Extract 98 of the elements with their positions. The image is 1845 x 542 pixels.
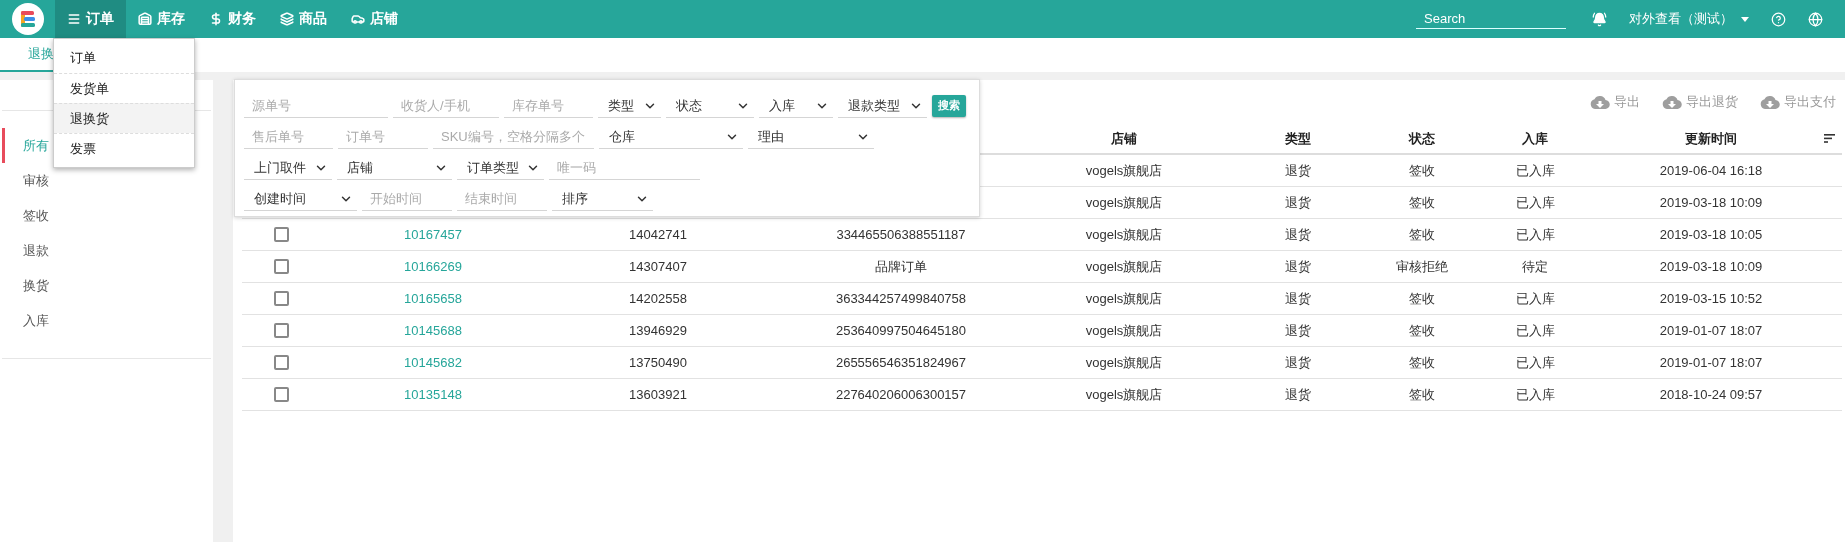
filter-select[interactable]: 退款类型 [838, 94, 927, 118]
filter-select[interactable]: 上门取件 [244, 156, 332, 180]
table-cell: 品牌订单 [875, 257, 927, 276]
table-cell: 13603921 [629, 387, 687, 402]
column-header: 店铺 [1110, 129, 1138, 148]
table-cell: 签收 [1409, 225, 1435, 244]
table-cell: vogels旗舰店 [1085, 257, 1163, 276]
warehouse-icon [138, 12, 152, 26]
table-cell: vogels旗舰店 [1085, 289, 1163, 308]
filter-select[interactable]: 理由 [748, 125, 874, 149]
table-cell: 退货 [1285, 385, 1311, 404]
table-cell: 2018-10-24 09:57 [1659, 387, 1763, 402]
layers-icon [280, 12, 294, 26]
table-cell: 退货 [1285, 225, 1311, 244]
menu-item[interactable]: 退换货 [54, 103, 194, 133]
table-cell: 签收 [1409, 161, 1435, 180]
column-header: 状态 [1407, 129, 1436, 148]
globe-icon[interactable] [1808, 11, 1823, 27]
table-cell: 签收 [1409, 353, 1435, 372]
row-checkbox[interactable] [273, 291, 289, 306]
table-cell: 14307407 [629, 259, 687, 274]
row-checkbox[interactable] [273, 259, 289, 274]
search-field[interactable]: Search [1416, 9, 1566, 29]
nav-item[interactable]: 订单 [55, 0, 126, 38]
column-header: 类型 [1284, 129, 1312, 148]
table-cell: 待定 [1522, 257, 1548, 276]
cloud-download-icon [1590, 95, 1610, 109]
row-checkbox[interactable] [273, 323, 289, 338]
sidebar-item[interactable]: 入库 [2, 303, 213, 338]
table-cell: 265556546351824967 [835, 355, 967, 370]
table-cell: 14202558 [629, 291, 687, 306]
table-cell: 退货 [1285, 289, 1311, 308]
table-cell: 2019-01-07 18:07 [1659, 355, 1763, 370]
table-cell: vogels旗舰店 [1085, 193, 1163, 212]
table-cell: vogels旗舰店 [1085, 385, 1163, 404]
caret-icon [1741, 16, 1749, 22]
row-checkbox[interactable] [273, 355, 289, 370]
table-cell: 退货 [1285, 161, 1311, 180]
menu-icon [67, 12, 81, 26]
row-checkbox[interactable] [273, 227, 289, 242]
row-checkbox[interactable] [273, 387, 289, 402]
table-cell: 签收 [1409, 193, 1435, 212]
table-cell: 227640206006300157 [835, 387, 967, 402]
table-cell: 334465506388551187 [836, 227, 966, 242]
sidebar-item[interactable]: 签收 [2, 198, 213, 233]
bell-icon[interactable] [1592, 11, 1607, 27]
table-cell: 2019-03-15 10:52 [1659, 291, 1763, 306]
table-cell: 已入库 [1515, 225, 1555, 244]
sidebar-item[interactable]: 换货 [2, 268, 213, 303]
table-cell: vogels旗舰店 [1085, 161, 1163, 180]
filter-select[interactable]: 仓库 [599, 125, 743, 149]
table-cell: 签收 [1409, 321, 1435, 340]
dollar-icon [209, 12, 223, 26]
logo-icon [11, 3, 44, 35]
table-cell: 签收 [1409, 289, 1435, 308]
filter-select[interactable]: 店铺 [337, 156, 452, 180]
table-cell: 2019-06-04 16:18 [1659, 163, 1763, 178]
help-icon[interactable] [1771, 11, 1786, 27]
table-cell: 已入库 [1515, 353, 1555, 372]
table-cell: 退货 [1285, 257, 1311, 276]
filter-select[interactable]: 状态 [666, 94, 754, 118]
filter-select[interactable]: 创建时间 [244, 187, 357, 211]
filter-select[interactable]: 订单类型 [457, 156, 544, 180]
table-cell: 已入库 [1515, 289, 1555, 308]
menu-item[interactable]: 发货单 [54, 73, 194, 103]
menu-item[interactable]: 订单 [54, 43, 194, 73]
filter-select[interactable]: 类型 [598, 94, 661, 118]
car-icon [351, 12, 365, 26]
cloud-download-icon [1662, 95, 1682, 109]
table-cell: 签收 [1409, 385, 1435, 404]
table-cell: vogels旗舰店 [1085, 353, 1163, 372]
table-cell: 已入库 [1515, 321, 1555, 340]
sidebar-item[interactable]: 退款 [2, 233, 213, 268]
table-cell: 13946929 [629, 323, 687, 338]
table-cell: vogels旗舰店 [1085, 321, 1163, 340]
sort-icon[interactable] [1823, 134, 1835, 143]
table-cell: 已入库 [1515, 385, 1555, 404]
table-cell: 2019-03-18 10:05 [1659, 227, 1763, 242]
filter-select[interactable]: 排序 [552, 187, 653, 211]
table-cell: vogels旗舰店 [1085, 225, 1163, 244]
table-cell: 已入库 [1515, 193, 1555, 212]
filter-select[interactable]: 入库 [759, 94, 833, 118]
table-cell: 退货 [1285, 321, 1311, 340]
table-cell: 13750490 [629, 355, 687, 370]
column-header: 更新时间 [1684, 129, 1738, 148]
table-cell: 2019-01-07 18:07 [1659, 323, 1763, 338]
table-cell: 14042741 [629, 227, 687, 242]
table-cell: 2019-03-18 10:09 [1659, 195, 1763, 210]
table-cell: 363344257499840758 [835, 291, 967, 306]
table-cell: 审核拒绝 [1396, 257, 1448, 276]
cloud-download-icon [1760, 95, 1780, 109]
table-cell: 退货 [1285, 193, 1311, 212]
table-cell: 已入库 [1515, 161, 1555, 180]
table-cell: 退货 [1285, 353, 1311, 372]
table-cell: 2019-03-18 10:09 [1659, 259, 1763, 274]
column-header: 入库 [1521, 129, 1549, 148]
table-cell: 253640997504645180 [835, 323, 967, 338]
menu-item[interactable]: 发票 [54, 133, 194, 163]
